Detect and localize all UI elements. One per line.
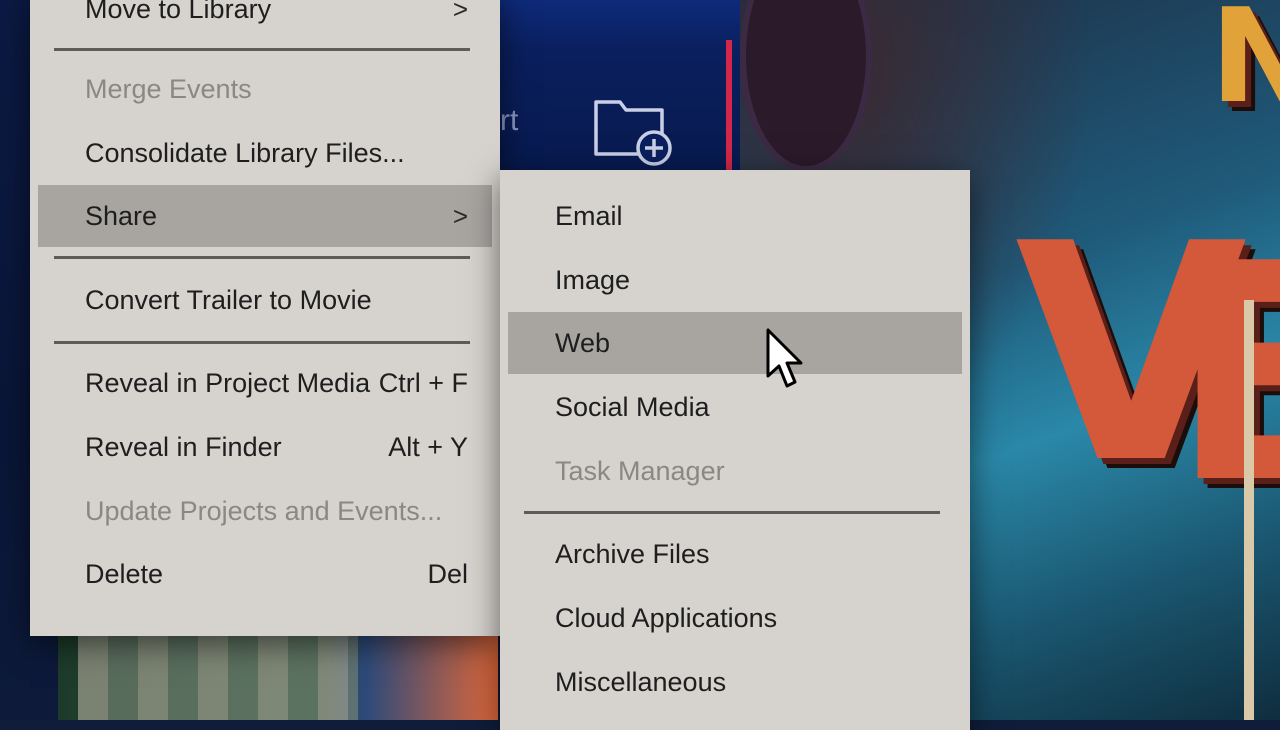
menu-item-shortcut: Ctrl + F <box>378 367 468 398</box>
menu-item-label: Move to Library <box>85 0 272 24</box>
menu-item-label: Image <box>555 264 631 295</box>
menu-item-label: Share <box>85 200 158 231</box>
media-thumbnails <box>58 636 498 720</box>
menu-item-delete[interactable]: Delete Del <box>30 543 500 605</box>
poster-letter: N <box>1210 0 1280 132</box>
thumbnail-art <box>78 636 358 720</box>
menu-item-label: Update Projects and Events... <box>85 495 443 526</box>
menu-item-convert-trailer-to-movie[interactable]: Convert Trailer to Movie <box>30 269 500 331</box>
menu-item-label: Reveal in Finder <box>85 431 282 462</box>
chevron-right-icon: > <box>452 0 468 24</box>
menu-item-label: Web <box>555 327 611 358</box>
submenu-item-cloud-applications[interactable]: Cloud Applications <box>500 587 970 649</box>
menu-separator <box>54 256 470 259</box>
menu-separator <box>54 341 470 344</box>
new-folder-icon[interactable] <box>592 84 676 168</box>
context-menu: Move to Library > Merge Events Consolida… <box>30 0 500 636</box>
poster-emblem <box>740 0 872 172</box>
menu-item-label: Miscellaneous <box>555 666 727 697</box>
share-submenu: Email Image Web Social Media Task Manage… <box>500 170 970 730</box>
partial-toolbar-label: rt <box>500 104 519 137</box>
menu-item-label: Email <box>555 200 623 231</box>
menu-item-share[interactable]: Share > <box>38 185 492 247</box>
menu-item-label: Archive Files <box>555 538 710 569</box>
menu-item-reveal-in-finder[interactable]: Reveal in Finder Alt + Y <box>30 416 500 478</box>
menu-item-label: Social Media <box>555 391 710 422</box>
menu-item-update-projects-and-events[interactable]: Update Projects and Events... <box>30 480 500 542</box>
poster-letter: E <box>1170 200 1280 549</box>
submenu-item-image[interactable]: Image <box>500 249 970 311</box>
submenu-item-task-manager[interactable]: Task Manager <box>500 440 970 502</box>
menu-item-label: Consolidate Library Files... <box>85 137 405 168</box>
submenu-item-web[interactable]: Web <box>508 312 962 374</box>
menu-item-merge-events[interactable]: Merge Events <box>30 58 500 120</box>
submenu-item-email[interactable]: Email <box>500 185 970 247</box>
playhead-marker <box>726 40 732 170</box>
submenu-item-miscellaneous[interactable]: Miscellaneous <box>500 651 970 713</box>
menu-item-label: Merge Events <box>85 73 252 104</box>
poster-prop <box>1244 300 1254 720</box>
submenu-item-archive-files[interactable]: Archive Files <box>500 523 970 585</box>
menu-item-consolidate-library-files[interactable]: Consolidate Library Files... <box>30 122 500 184</box>
menu-separator <box>524 511 940 514</box>
menu-item-shortcut: Alt + Y <box>388 431 468 462</box>
mouse-pointer-icon <box>766 328 803 388</box>
menu-item-move-to-library[interactable]: Move to Library > <box>30 0 500 40</box>
menu-item-label: Convert Trailer to Movie <box>85 284 372 315</box>
menu-item-label: Cloud Applications <box>555 602 778 633</box>
menu-item-label: Reveal in Project Media <box>85 367 371 398</box>
submenu-item-social-media[interactable]: Social Media <box>500 376 970 438</box>
menu-item-label: Task Manager <box>555 455 725 486</box>
chevron-right-icon: > <box>452 200 468 231</box>
menu-item-label: Delete <box>85 558 164 589</box>
menu-separator <box>54 48 470 51</box>
menu-item-reveal-in-project-media[interactable]: Reveal in Project Media Ctrl + F <box>30 352 500 414</box>
menu-item-shortcut: Del <box>427 558 468 589</box>
